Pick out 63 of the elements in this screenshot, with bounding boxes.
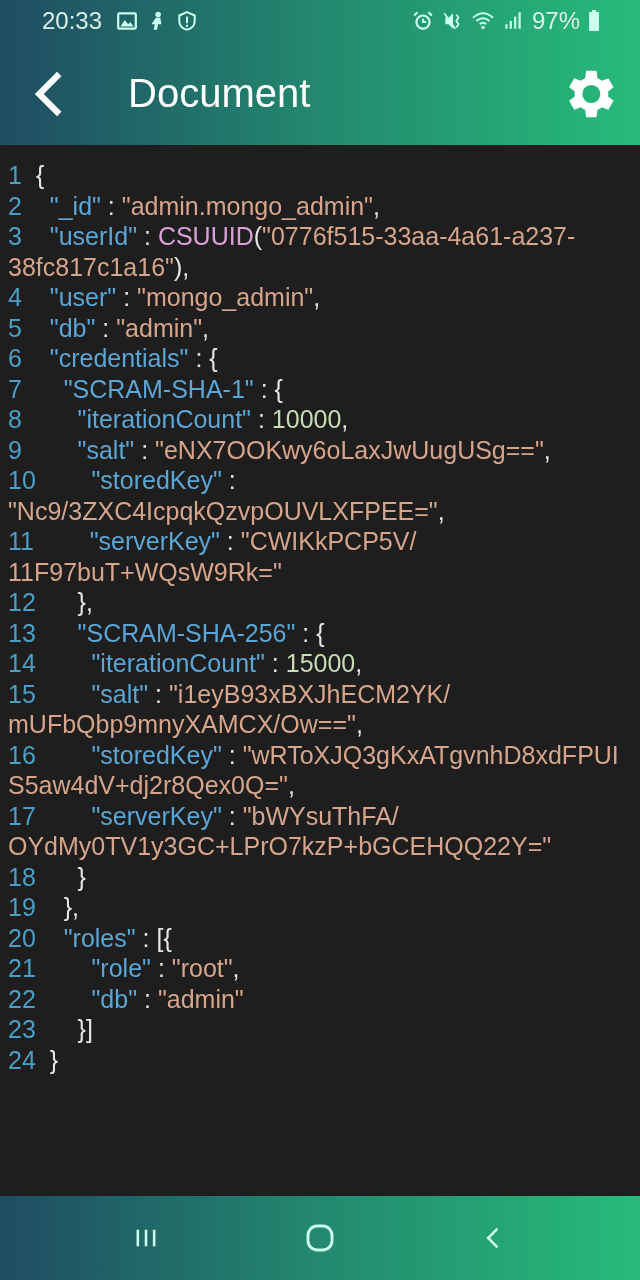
line-number: 20 bbox=[8, 923, 36, 952]
line-number: 19 bbox=[8, 893, 36, 921]
image-icon bbox=[116, 10, 139, 32]
line-number: 14 bbox=[8, 649, 36, 677]
code-text: "db" : "admin" bbox=[90, 984, 244, 1013]
line-number: 1 bbox=[8, 161, 22, 189]
line-number: 17 bbox=[8, 801, 36, 830]
code-text: S5aw4dV+dj2r8Qex0Q=", bbox=[8, 770, 295, 801]
line-number: 12 bbox=[8, 588, 36, 616]
line-number: 23 bbox=[8, 1015, 36, 1043]
code-text: "role" : "root", bbox=[90, 954, 240, 982]
code-text: "SCRAM-SHA-256" : { bbox=[76, 618, 325, 647]
code-text: 11F97buT+WQsW9Rk=" bbox=[8, 556, 282, 587]
alarm-icon bbox=[411, 10, 434, 32]
code-text: "userId" : CSUUID("0776f515-33aa-4a61-a237- bbox=[48, 222, 576, 250]
line-number: 22 bbox=[8, 984, 36, 1013]
code-text: "storedKey" : "wRToXJQ3gKxATgvnhD8xdFPUI bbox=[90, 740, 619, 769]
battery-percentage: 97% bbox=[531, 7, 580, 35]
line-number: 10 bbox=[8, 466, 36, 494]
code-text: }] bbox=[76, 1015, 93, 1043]
line-number: 16 bbox=[8, 740, 36, 769]
code-text: "salt" : "eNX7OOKwy6oLaxJwUugUSg==", bbox=[76, 435, 551, 464]
status-time: 20:33 bbox=[42, 7, 103, 35]
line-number: 8 bbox=[8, 405, 22, 433]
code-text: } bbox=[76, 862, 86, 891]
line-number: 24 bbox=[8, 1045, 36, 1074]
line-number: 5 bbox=[8, 313, 22, 342]
code-text: "Nc9/3ZXC4IcpqkQzvpOUVLXFPEE=", bbox=[8, 495, 445, 526]
page-title: Document bbox=[128, 71, 312, 116]
line-number: 21 bbox=[8, 954, 36, 982]
line-number: 13 bbox=[8, 618, 36, 647]
code-text: } bbox=[49, 1045, 59, 1074]
line-number: 7 bbox=[8, 374, 22, 403]
line-number: 3 bbox=[8, 222, 22, 250]
code-text: "iterationCount" : 10000, bbox=[76, 405, 349, 433]
code-text: }, bbox=[76, 588, 93, 616]
line-number: 11 bbox=[8, 527, 34, 555]
code-text: "db" : "admin", bbox=[48, 313, 209, 342]
home-icon bbox=[304, 1222, 336, 1254]
code-text: "user" : "mongo_admin", bbox=[48, 283, 321, 311]
code-text: OYdMy0TV1y3GC+LPrO7kzP+bGCEHQQ22Y=" bbox=[8, 831, 552, 862]
code-text: "SCRAM-SHA-1" : { bbox=[62, 374, 283, 403]
code-text: "_id" : "admin.mongo_admin", bbox=[48, 191, 380, 220]
line-number: 2 bbox=[8, 191, 22, 220]
code-text: "storedKey" : bbox=[90, 466, 236, 494]
code-text: "salt" : "i1eyB93xBXJhECM2YK/ bbox=[90, 679, 451, 708]
line-number: 9 bbox=[8, 435, 22, 464]
code-text: "iterationCount" : 15000, bbox=[90, 649, 363, 677]
line-number: 18 bbox=[8, 862, 36, 891]
code-text: mUFbQbp9mnyXAMCX/Ow==", bbox=[8, 709, 363, 740]
wifi-icon bbox=[471, 10, 494, 32]
battery-icon bbox=[588, 10, 600, 32]
code-text: { bbox=[35, 161, 45, 189]
code-text: "serverKey" : "CWIKkPCP5V/ bbox=[88, 527, 417, 555]
code-text: 38fc817c1a16"), bbox=[8, 251, 190, 282]
line-number: 6 bbox=[8, 344, 22, 372]
code-text: "credentials" : { bbox=[48, 344, 218, 372]
code-text: "roles" : [{ bbox=[62, 923, 172, 952]
shield-icon bbox=[176, 10, 199, 32]
code-text: }, bbox=[62, 893, 79, 921]
line-number: 15 bbox=[8, 679, 36, 708]
code-text: "serverKey" : "bWYsuThFA/ bbox=[90, 801, 399, 830]
line-number: 4 bbox=[8, 283, 22, 311]
